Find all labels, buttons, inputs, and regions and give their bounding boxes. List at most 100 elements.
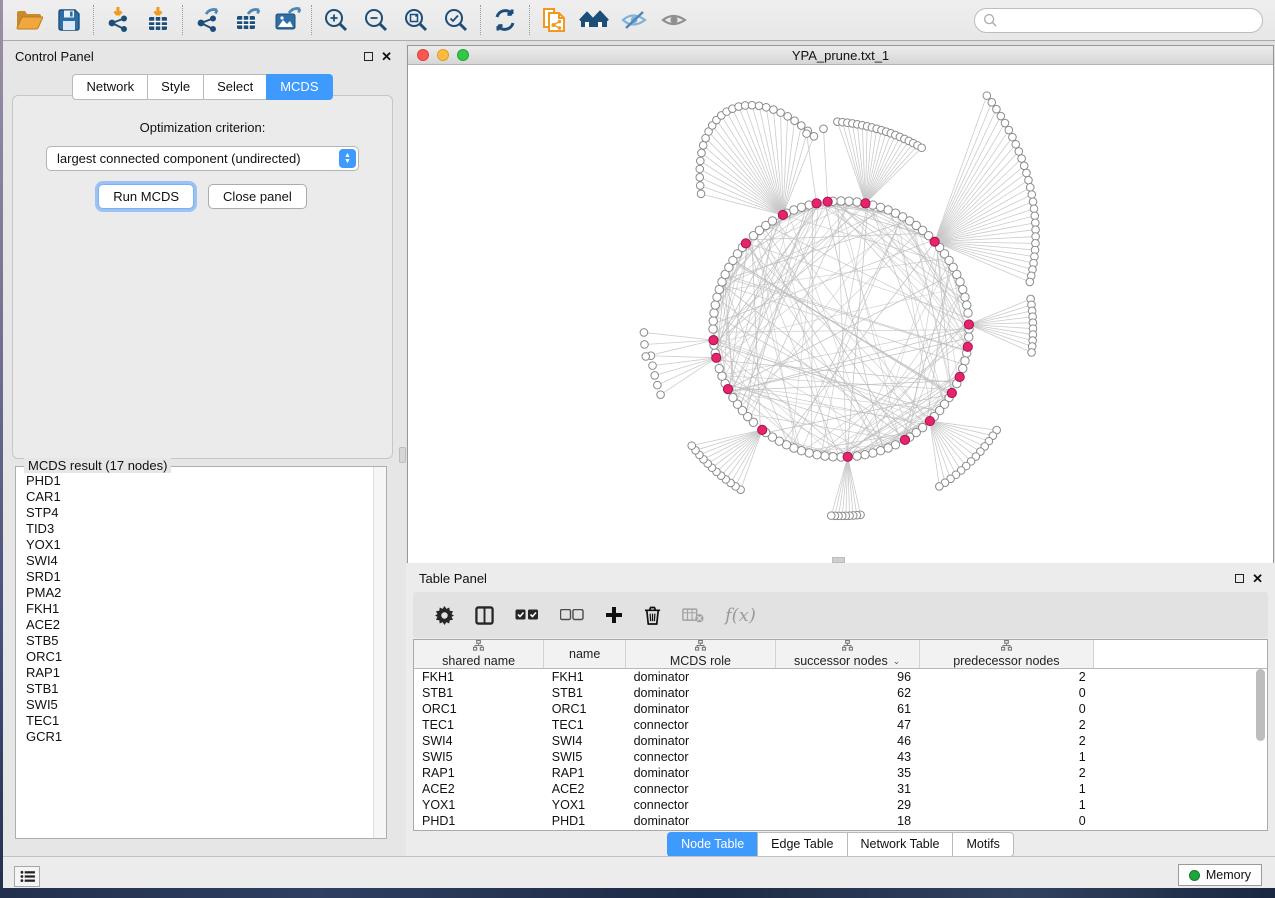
cell-shared_name[interactable]: TEC1 (414, 717, 544, 733)
export-table-icon[interactable] (227, 3, 267, 37)
export-image-icon[interactable] (267, 3, 307, 37)
cell-successor_nodes[interactable]: 29 (775, 797, 919, 813)
table-row[interactable]: PHD1PHD1dominator180 (414, 813, 1267, 829)
cell-mcds_role[interactable]: connector (626, 781, 776, 797)
mcds-result-item[interactable]: GCR1 (26, 729, 372, 745)
horizontal-split-grip[interactable] (832, 557, 845, 563)
open-file-icon[interactable] (9, 3, 49, 37)
cell-successor_nodes[interactable]: 47 (775, 717, 919, 733)
cell-shared_name[interactable]: SWI4 (414, 733, 544, 749)
table-row[interactable]: ORC1ORC1dominator610 (414, 701, 1267, 717)
cell-successor_nodes[interactable]: 61 (775, 701, 919, 717)
mcds-result-item[interactable]: CAR1 (26, 489, 372, 505)
delete-column-icon[interactable] (644, 606, 661, 625)
mcds-result-item[interactable]: ORC1 (26, 649, 372, 665)
mcds-result-item[interactable]: STB5 (26, 633, 372, 649)
hide-selected-icon[interactable] (614, 3, 654, 37)
cell-name[interactable]: SWI5 (544, 749, 626, 765)
task-history-button[interactable] (14, 866, 40, 887)
table-scrollbar[interactable] (1256, 666, 1265, 826)
mcds-result-item[interactable]: RAP1 (26, 665, 372, 681)
settings-gear-icon[interactable] (435, 606, 454, 625)
cell-mcds_role[interactable]: connector (626, 797, 776, 813)
show-all-icon[interactable] (654, 3, 694, 37)
duplicate-network-icon[interactable] (534, 3, 574, 37)
tab-edge-table[interactable]: Edge Table (757, 832, 846, 857)
cell-predecessor_nodes[interactable]: 2 (919, 669, 1094, 685)
cell-successor_nodes[interactable]: 35 (775, 765, 919, 781)
cell-shared_name[interactable]: SWI5 (414, 749, 544, 765)
float-panel-icon[interactable] (1235, 574, 1244, 583)
mcds-result-item[interactable]: FKH1 (26, 601, 372, 617)
cell-successor_nodes[interactable]: 96 (775, 669, 919, 685)
column-layout-icon[interactable] (475, 606, 494, 625)
cell-shared_name[interactable]: ORC1 (414, 701, 544, 717)
mcds-result-item[interactable]: ACE2 (26, 617, 372, 633)
cell-mcds_role[interactable]: connector (626, 717, 776, 733)
run-mcds-button[interactable]: Run MCDS (98, 184, 194, 209)
network-window-titlebar[interactable]: YPA_prune.txt_1 (408, 46, 1273, 65)
memory-button[interactable]: Memory (1178, 864, 1262, 886)
cell-mcds_role[interactable]: dominator (626, 733, 776, 749)
cell-mcds_role[interactable]: dominator (626, 685, 776, 701)
table-row[interactable]: YOX1YOX1connector291 (414, 797, 1267, 813)
cell-successor_nodes[interactable]: 46 (775, 733, 919, 749)
mcds-result-item[interactable]: SWI4 (26, 553, 372, 569)
cell-predecessor_nodes[interactable]: 2 (919, 733, 1094, 749)
first-neighbors-icon[interactable] (574, 3, 614, 37)
cell-predecessor_nodes[interactable]: 2 (919, 765, 1094, 781)
cell-shared_name[interactable]: FKH1 (414, 669, 544, 685)
mcds-result-item[interactable]: STB1 (26, 681, 372, 697)
import-table-icon[interactable] (138, 3, 178, 37)
node-table-grid[interactable]: shared namenameMCDS rolesuccessor nodes⌄… (414, 640, 1267, 829)
column-header-name[interactable]: name (544, 640, 626, 669)
column-header-predecessor-nodes[interactable]: predecessor nodes (919, 640, 1094, 669)
tab-mcds[interactable]: MCDS (266, 74, 332, 100)
cell-successor_nodes[interactable]: 43 (775, 749, 919, 765)
mcds-result-item[interactable]: PMA2 (26, 585, 372, 601)
export-network-icon[interactable] (187, 3, 227, 37)
search-input[interactable] (998, 10, 1262, 30)
cell-predecessor_nodes[interactable]: 1 (919, 797, 1094, 813)
zoom-fit-icon[interactable] (396, 3, 436, 37)
cell-name[interactable]: PHD1 (544, 813, 626, 829)
close-panel-icon[interactable]: ✕ (381, 52, 392, 61)
cell-name[interactable]: YOX1 (544, 797, 626, 813)
table-row[interactable]: SWI4SWI4dominator462 (414, 733, 1267, 749)
add-column-icon[interactable] (605, 606, 623, 624)
cell-mcds_role[interactable]: dominator (626, 813, 776, 829)
cell-shared_name[interactable]: STB1 (414, 685, 544, 701)
cell-mcds_role[interactable]: dominator (626, 701, 776, 717)
cell-shared_name[interactable]: PHD1 (414, 813, 544, 829)
cell-name[interactable]: FKH1 (544, 669, 626, 685)
cell-predecessor_nodes[interactable]: 0 (919, 701, 1094, 717)
tab-select[interactable]: Select (203, 74, 266, 100)
cell-predecessor_nodes[interactable]: 1 (919, 781, 1094, 797)
column-header-MCDS-role[interactable]: MCDS role (626, 640, 776, 669)
refresh-icon[interactable] (485, 3, 525, 37)
tab-network[interactable]: Network (72, 74, 147, 100)
mcds-result-item[interactable]: SWI5 (26, 697, 372, 713)
cell-name[interactable]: TEC1 (544, 717, 626, 733)
table-row[interactable]: ACE2ACE2connector311 (414, 781, 1267, 797)
table-row[interactable]: RAP1RAP1dominator352 (414, 765, 1267, 781)
optimization-criterion-select[interactable]: largest connected component (undirected)… (46, 146, 359, 171)
table-row[interactable]: STB1STB1dominator620 (414, 685, 1267, 701)
table-row[interactable]: FKH1FKH1dominator962 (414, 669, 1267, 685)
cell-mcds_role[interactable]: dominator (626, 669, 776, 685)
cell-shared_name[interactable]: YOX1 (414, 797, 544, 813)
deselect-all-icon[interactable] (560, 609, 584, 621)
cell-name[interactable]: ACE2 (544, 781, 626, 797)
mcds-result-item[interactable]: TID3 (26, 521, 372, 537)
tab-style[interactable]: Style (147, 74, 203, 100)
network-canvas[interactable] (408, 66, 1273, 563)
cell-name[interactable]: STB1 (544, 685, 626, 701)
zoom-selected-icon[interactable] (436, 3, 476, 37)
cell-predecessor_nodes[interactable]: 2 (919, 717, 1094, 733)
cell-successor_nodes[interactable]: 31 (775, 781, 919, 797)
column-header-successor-nodes[interactable]: successor nodes⌄ (775, 640, 919, 669)
save-session-icon[interactable] (49, 3, 89, 37)
cell-predecessor_nodes[interactable]: 0 (919, 813, 1094, 829)
column-header-shared-name[interactable]: shared name (414, 640, 544, 669)
mcds-result-list[interactable]: PHD1CAR1STP4TID3YOX1SWI4SRD1PMA2FKH1ACE2… (17, 468, 372, 837)
